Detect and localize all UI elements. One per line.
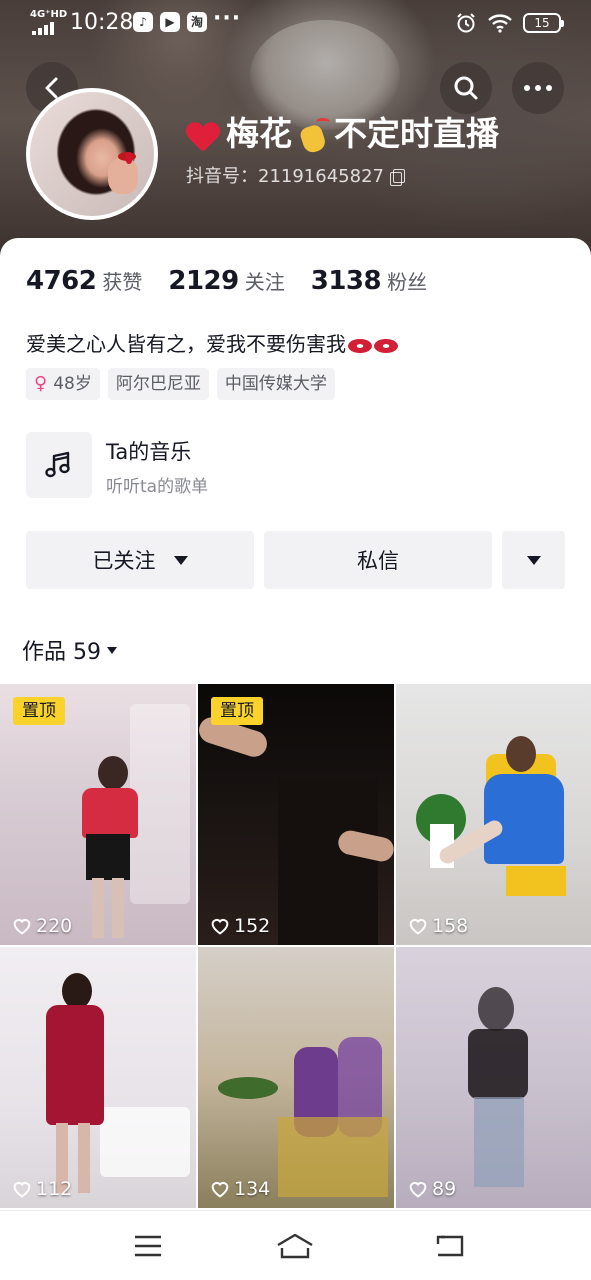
network-indicator: 4G⁺HD xyxy=(30,9,68,20)
pinned-badge: 置顶 xyxy=(13,697,65,725)
video-thumbnail[interactable]: 158 xyxy=(396,684,591,945)
copy-icon[interactable] xyxy=(389,169,405,186)
profile-bio: 爱美之心人皆有之，爱我不要伤害我 xyxy=(26,330,398,358)
stat-following-value: 2129 xyxy=(168,266,239,296)
stat-followers[interactable]: 3138 粉丝 xyxy=(311,266,427,296)
stat-followers-label: 粉丝 xyxy=(387,270,428,294)
stat-following[interactable]: 2129 关注 xyxy=(168,266,284,296)
video-grid: 置顶 220 置顶 152 158 112 134 89 xyxy=(0,684,591,1210)
search-button[interactable] xyxy=(440,62,492,114)
douyin-id[interactable]: 抖音号：21191645827 xyxy=(186,166,405,188)
like-count-text: 112 xyxy=(36,1178,73,1200)
caret-down-icon xyxy=(107,646,117,654)
like-count: 112 xyxy=(12,1178,72,1200)
more-options-button[interactable] xyxy=(512,62,564,114)
more-icon xyxy=(524,85,552,91)
tag-age: ♀ 48岁 xyxy=(26,368,100,400)
heart-outline-icon xyxy=(13,918,31,935)
like-count: 134 xyxy=(210,1178,270,1200)
profile-tags: ♀ 48岁 阿尔巴尼亚 中国传媒大学 xyxy=(26,368,335,400)
like-count-text: 152 xyxy=(234,915,271,937)
tiktok-icon: ♪ xyxy=(133,12,153,32)
like-count: 152 xyxy=(210,915,270,937)
alarm-icon xyxy=(457,13,475,33)
avatar[interactable] xyxy=(26,88,158,220)
music-subtitle: 听听ta的歌单 xyxy=(106,477,209,497)
tag-location: 阿尔巴尼亚 xyxy=(107,368,209,400)
wifi-icon xyxy=(488,14,512,33)
expand-recommendations-button[interactable] xyxy=(502,531,565,589)
search-icon xyxy=(454,76,478,100)
heart-outline-icon xyxy=(211,1181,229,1198)
heart-outline-icon xyxy=(211,918,229,935)
tag-age-text: 48岁 xyxy=(53,374,92,394)
system-back-button[interactable] xyxy=(430,1229,470,1263)
followed-label: 已关注 xyxy=(92,549,156,573)
menu-icon xyxy=(135,1235,161,1257)
recent-apps-button[interactable] xyxy=(128,1229,168,1263)
stat-followers-value: 3138 xyxy=(310,266,382,296)
stat-likes[interactable]: 4762 获赞 xyxy=(26,266,142,296)
like-count-text: 89 xyxy=(432,1178,457,1200)
home-icon xyxy=(277,1233,313,1259)
nickname-text: 梅花 xyxy=(226,114,292,153)
nail-polish-emoji-icon xyxy=(296,117,330,155)
heart-emoji-icon xyxy=(186,121,220,151)
video-thumbnail[interactable]: 89 xyxy=(396,947,591,1208)
more-notifications-icon: ··· xyxy=(213,6,242,31)
home-button[interactable] xyxy=(275,1229,315,1263)
stat-following-label: 关注 xyxy=(244,270,285,294)
clock: 10:28 xyxy=(70,10,134,35)
like-count-text: 134 xyxy=(234,1178,271,1200)
lips-emoji-icon xyxy=(348,338,372,353)
tag-school-text: 中国传媒大学 xyxy=(224,374,327,394)
tag-school: 中国传媒大学 xyxy=(216,368,335,400)
caret-down-icon xyxy=(173,555,188,565)
like-count-text: 158 xyxy=(432,915,469,937)
caret-down-icon xyxy=(526,555,541,565)
back-arrow-icon xyxy=(436,1235,464,1257)
message-label: 私信 xyxy=(357,549,399,573)
video-thumbnail[interactable]: 112 xyxy=(0,947,196,1208)
female-icon: ♀ xyxy=(34,373,48,394)
message-button[interactable]: 私信 xyxy=(264,531,492,589)
like-count: 158 xyxy=(408,915,468,937)
nickname-suffix: 不定时直播 xyxy=(334,114,499,153)
taobao-icon: 淘 xyxy=(187,12,207,32)
music-entry[interactable]: Ta的音乐 听听ta的歌单 xyxy=(26,432,326,500)
status-bar: 4G⁺HD 10:28 ♪ ▶ 淘 ··· 15 xyxy=(0,0,591,46)
heart-outline-icon xyxy=(409,1181,427,1198)
music-icon-box xyxy=(26,432,92,498)
works-label: 作品 59 xyxy=(22,640,101,665)
like-count: 220 xyxy=(12,915,72,937)
tab-works[interactable]: 作品 59 xyxy=(22,634,117,666)
douyin-id-text: 抖音号：21191645827 xyxy=(186,166,384,187)
video-icon: ▶ xyxy=(160,12,180,32)
heart-outline-icon xyxy=(13,1181,31,1198)
music-title: Ta的音乐 xyxy=(106,440,192,464)
video-thumbnail[interactable]: 置顶 152 xyxy=(198,684,394,945)
stat-likes-label: 获赞 xyxy=(102,270,143,294)
video-thumbnail[interactable]: 134 xyxy=(198,947,394,1208)
stat-likes-value: 4762 xyxy=(26,266,97,296)
battery-icon: 15 xyxy=(523,13,564,33)
profile-nickname: 梅花 不定时直播 xyxy=(186,112,499,156)
pinned-badge: 置顶 xyxy=(211,697,263,725)
system-navigation-bar xyxy=(0,1210,591,1280)
tag-location-text: 阿尔巴尼亚 xyxy=(115,374,201,394)
like-count: 89 xyxy=(408,1178,456,1200)
like-count-text: 220 xyxy=(36,915,73,937)
signal-icon xyxy=(32,21,62,35)
video-thumbnail[interactable]: 置顶 220 xyxy=(0,684,196,945)
bio-text: 爱美之心人皆有之，爱我不要伤害我 xyxy=(26,332,346,356)
profile-stats: 4762 获赞 2129 关注 3138 粉丝 xyxy=(26,266,453,296)
lips-emoji-icon xyxy=(374,338,398,353)
heart-outline-icon xyxy=(409,918,427,935)
music-note-icon xyxy=(45,451,70,478)
followed-button[interactable]: 已关注 xyxy=(26,531,254,589)
